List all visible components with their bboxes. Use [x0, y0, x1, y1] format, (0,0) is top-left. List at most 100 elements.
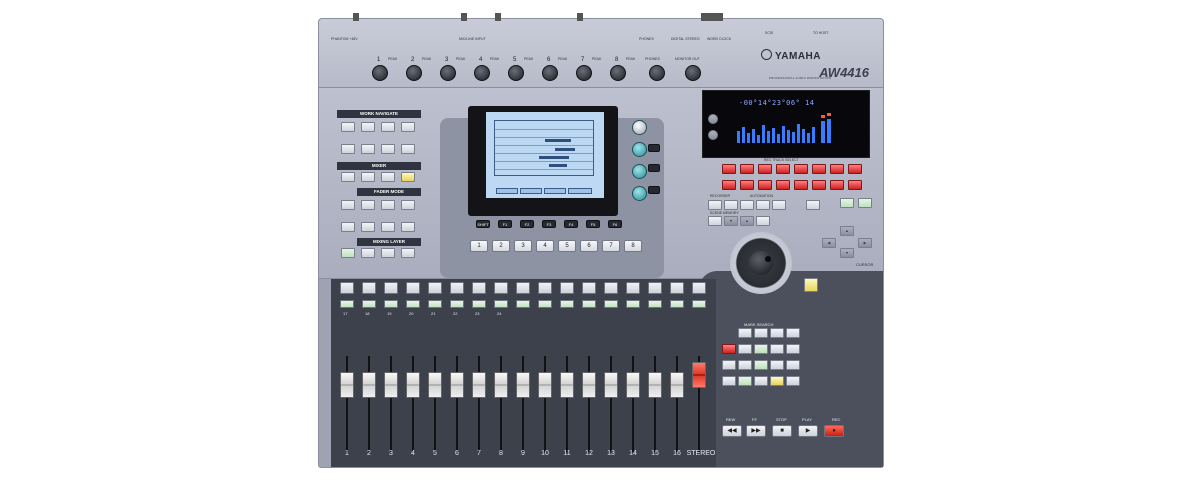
channel-fader-10[interactable] [538, 372, 552, 398]
f5-button[interactable]: F5 [586, 220, 600, 228]
number-key-5[interactable]: 5 [558, 240, 576, 252]
locate-button[interactable] [770, 376, 784, 386]
mixer-button[interactable] [381, 172, 395, 182]
f2-button[interactable]: F2 [520, 220, 534, 228]
f3-button[interactable]: F3 [542, 220, 556, 228]
channel-fader-5[interactable] [428, 372, 442, 398]
gain-knob-4[interactable] [474, 65, 490, 81]
strip-sel-button[interactable] [406, 282, 420, 294]
rec-track-button[interactable] [848, 164, 862, 174]
locate-button[interactable] [722, 376, 736, 386]
strip-sel-button[interactable] [538, 282, 552, 294]
locate-button[interactable] [770, 344, 784, 354]
work-nav-button[interactable] [341, 122, 355, 132]
number-key-4[interactable]: 4 [536, 240, 554, 252]
number-key-2[interactable]: 2 [492, 240, 510, 252]
rec-track-button[interactable] [776, 180, 790, 190]
number-key-1[interactable]: 1 [470, 240, 488, 252]
channel-fader-14[interactable] [626, 372, 640, 398]
encoder-select-button[interactable] [648, 186, 660, 194]
rec-track-button[interactable] [776, 164, 790, 174]
utility-button[interactable] [806, 200, 820, 210]
strip-on-button[interactable] [384, 300, 398, 308]
locate-button[interactable] [786, 344, 800, 354]
rec-track-button[interactable] [722, 180, 736, 190]
channel-fader-16[interactable] [670, 372, 684, 398]
strip-sel-button[interactable] [362, 282, 376, 294]
rec-track-button[interactable] [812, 164, 826, 174]
encoder-select-button[interactable] [648, 144, 660, 152]
mixing-layer-button[interactable] [381, 248, 395, 258]
strip-sel-button[interactable] [340, 282, 354, 294]
locate-button[interactable] [738, 360, 752, 370]
work-nav-button[interactable] [361, 144, 375, 154]
scene-button[interactable] [708, 216, 722, 226]
channel-fader-6[interactable] [450, 372, 464, 398]
number-key-3[interactable]: 3 [514, 240, 532, 252]
rewind-button[interactable]: ◀◀ [722, 425, 742, 437]
strip-on-button[interactable] [670, 300, 684, 308]
strip-sel-button[interactable] [384, 282, 398, 294]
gain-knob-2[interactable] [406, 65, 422, 81]
strip-on-button[interactable] [450, 300, 464, 308]
work-nav-button[interactable] [401, 122, 415, 132]
locate-button[interactable] [754, 344, 768, 354]
mixer-button[interactable] [361, 172, 375, 182]
recorder-button[interactable] [724, 200, 738, 210]
f4-button[interactable]: F4 [564, 220, 578, 228]
locate-button[interactable] [738, 376, 752, 386]
strip-on-button[interactable] [340, 300, 354, 308]
strip-on-button[interactable] [362, 300, 376, 308]
channel-fader-9[interactable] [516, 372, 530, 398]
fader-mode-button[interactable] [361, 200, 375, 210]
cursor-right-button[interactable]: ▶ [858, 238, 872, 248]
strip-on-button[interactable] [582, 300, 596, 308]
strip-sel-button[interactable] [582, 282, 596, 294]
channel-fader-4[interactable] [406, 372, 420, 398]
channel-fader-1[interactable] [340, 372, 354, 398]
mixing-layer-button[interactable] [361, 248, 375, 258]
rec-track-button[interactable] [848, 180, 862, 190]
work-nav-button[interactable] [401, 144, 415, 154]
locate-button[interactable] [754, 376, 768, 386]
strip-on-button[interactable] [626, 300, 640, 308]
record-button[interactable]: ● [824, 425, 844, 437]
locate-button[interactable] [786, 360, 800, 370]
strip-sel-button[interactable] [670, 282, 684, 294]
channel-fader-7[interactable] [472, 372, 486, 398]
strip-on-button[interactable] [560, 300, 574, 308]
channel-fader-13[interactable] [604, 372, 618, 398]
encoder-knob-1[interactable] [632, 142, 647, 157]
locate-button[interactable] [770, 328, 784, 338]
fader-mode-button[interactable] [341, 200, 355, 210]
jog-dial[interactable] [749, 251, 773, 275]
strip-sel-button[interactable] [692, 282, 706, 294]
gain-knob-6[interactable] [542, 65, 558, 81]
channel-fader-11[interactable] [560, 372, 574, 398]
strip-sel-button[interactable] [428, 282, 442, 294]
cursor-left-button[interactable]: ◀ [822, 238, 836, 248]
number-key-7[interactable]: 7 [602, 240, 620, 252]
strip-on-button[interactable] [604, 300, 618, 308]
strip-sel-button[interactable] [560, 282, 574, 294]
strip-sel-button[interactable] [516, 282, 530, 294]
strip-on-button[interactable] [538, 300, 552, 308]
data-entry-knob[interactable] [632, 120, 647, 135]
monitor-out-knob[interactable] [685, 65, 701, 81]
channel-fader-2[interactable] [362, 372, 376, 398]
strip-sel-button[interactable] [494, 282, 508, 294]
strip-sel-button[interactable] [450, 282, 464, 294]
work-nav-button[interactable] [381, 122, 395, 132]
scene-up-button[interactable]: ▲ [740, 216, 754, 226]
work-nav-button[interactable] [381, 144, 395, 154]
strip-on-button[interactable] [406, 300, 420, 308]
cursor-up-button[interactable]: ▲ [840, 226, 854, 236]
locate-button[interactable] [786, 376, 800, 386]
rec-track-button[interactable] [740, 164, 754, 174]
locate-button[interactable] [738, 328, 752, 338]
number-key-8[interactable]: 8 [624, 240, 642, 252]
fader-mode-button[interactable] [401, 200, 415, 210]
fader-mode-button[interactable] [361, 222, 375, 232]
gain-knob-8[interactable] [610, 65, 626, 81]
channel-fader-8[interactable] [494, 372, 508, 398]
